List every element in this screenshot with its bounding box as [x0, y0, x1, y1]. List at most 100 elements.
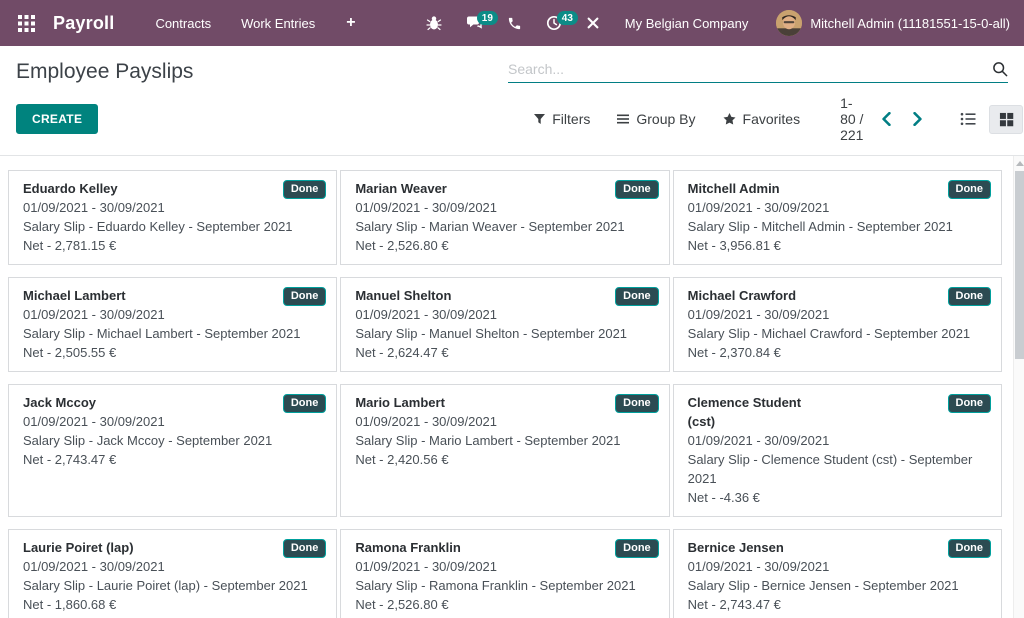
status-badge: Done — [948, 539, 992, 558]
payslip-net: Net - 1,860.68 € — [23, 595, 322, 614]
pager-previous-icon[interactable] — [879, 110, 894, 128]
user-menu[interactable]: Mitchell Admin (11181551-15-0-all) — [768, 10, 1010, 36]
payslip-card[interactable]: Mario Lambert Done 01/09/2021 - 30/09/20… — [340, 384, 669, 517]
pager-range[interactable]: 1-80 / 221 — [840, 95, 863, 143]
payslip-subject: Salary Slip - Laurie Poiret (lap) - Sept… — [23, 576, 322, 595]
payslip-net: Net - -4.36 € — [688, 488, 987, 507]
favorites-button[interactable]: Favorites — [723, 111, 801, 127]
kanban-grid: Eduardo Kelley Done 01/09/2021 - 30/09/2… — [0, 156, 1024, 618]
status-badge: Done — [283, 539, 327, 558]
payslip-card[interactable]: Manuel Shelton Done 01/09/2021 - 30/09/2… — [340, 277, 669, 372]
tools-button[interactable] — [577, 10, 609, 36]
list-view-icon — [960, 111, 976, 127]
bug-icon — [426, 15, 442, 31]
content-area: Eduardo Kelley Done 01/09/2021 - 30/09/2… — [0, 156, 1024, 618]
payslip-card[interactable]: Mitchell Admin Done 01/09/2021 - 30/09/2… — [673, 170, 1002, 265]
filters-label: Filters — [552, 111, 590, 127]
phone-icon — [507, 16, 522, 31]
payslip-card[interactable]: Michael Lambert Done 01/09/2021 - 30/09/… — [8, 277, 337, 372]
payslip-card[interactable]: Clemence Student (cst) Done 01/09/2021 -… — [673, 384, 1002, 517]
payslip-net: Net - 2,526.80 € — [355, 236, 654, 255]
group-by-button[interactable]: Group By — [617, 111, 695, 127]
apps-menu-button[interactable] — [10, 9, 43, 38]
payslip-card[interactable]: Michael Crawford Done 01/09/2021 - 30/09… — [673, 277, 1002, 372]
status-badge: Done — [948, 180, 992, 199]
payslip-employee-name: Manuel Shelton — [355, 286, 654, 305]
payslip-net: Net - 2,370.84 € — [688, 343, 987, 362]
payslip-subject: Salary Slip - Marian Weaver - September … — [355, 217, 654, 236]
pager: 1-80 / 221 — [840, 95, 925, 143]
nav-plus-menu[interactable]: + — [330, 4, 371, 42]
status-badge: Done — [283, 180, 327, 199]
payslip-card[interactable]: Eduardo Kelley Done 01/09/2021 - 30/09/2… — [8, 170, 337, 265]
nav-item-work-entries[interactable]: Work Entries — [226, 2, 330, 45]
search-input[interactable] — [508, 59, 992, 79]
payslip-net: Net - 2,743.47 € — [23, 450, 322, 469]
payslip-card[interactable]: Jack Mccoy Done 01/09/2021 - 30/09/2021 … — [8, 384, 337, 517]
status-badge: Done — [948, 287, 992, 306]
scrollbar-up-arrow-icon[interactable] — [1015, 159, 1024, 168]
favorites-label: Favorites — [743, 111, 801, 127]
search-icon[interactable] — [992, 61, 1008, 77]
payslip-net: Net - 2,781.15 € — [23, 236, 322, 255]
payslip-card[interactable]: Marian Weaver Done 01/09/2021 - 30/09/20… — [340, 170, 669, 265]
payslip-subject: Salary Slip - Manuel Shelton - September… — [355, 324, 654, 343]
payslip-net: Net - 2,624.47 € — [355, 343, 654, 362]
payslip-subject: Salary Slip - Ramona Franklin - Septembe… — [355, 576, 654, 595]
payslip-employee-name: Eduardo Kelley — [23, 179, 322, 198]
payslip-employee-name: Michael Crawford — [688, 286, 987, 305]
company-switcher[interactable]: My Belgian Company — [609, 16, 769, 31]
payslip-net: Net - 2,505.55 € — [23, 343, 322, 362]
payslip-subject: Salary Slip - Michael Crawford - Septemb… — [688, 324, 987, 343]
payslip-subject: Salary Slip - Mario Lambert - September … — [355, 431, 654, 450]
tools-icon — [586, 16, 600, 30]
payslip-employee-name: Michael Lambert — [23, 286, 322, 305]
payslip-period: 01/09/2021 - 30/09/2021 — [688, 305, 987, 324]
apps-grid-icon — [18, 15, 35, 32]
payslip-card[interactable]: Bernice Jensen Done 01/09/2021 - 30/09/2… — [673, 529, 1002, 618]
payslip-period: 01/09/2021 - 30/09/2021 — [355, 198, 654, 217]
activities-count-badge: 43 — [557, 11, 578, 25]
messages-button[interactable]: 19 — [457, 9, 492, 37]
pager-next-icon[interactable] — [910, 110, 925, 128]
phone-button[interactable] — [498, 10, 531, 37]
messages-count-badge: 19 — [477, 11, 498, 25]
status-badge: Done — [615, 180, 659, 199]
payslip-employee-name: Clemence Student (cst) — [688, 393, 987, 431]
payslip-subject: Salary Slip - Bernice Jensen - September… — [688, 576, 987, 595]
payslip-employee-name: Ramona Franklin — [355, 538, 654, 557]
payslip-period: 01/09/2021 - 30/09/2021 — [23, 198, 322, 217]
status-badge: Done — [615, 287, 659, 306]
filter-icon — [534, 114, 545, 124]
search-box — [508, 59, 1008, 83]
payslip-period: 01/09/2021 - 30/09/2021 — [688, 198, 987, 217]
group-by-label: Group By — [636, 111, 695, 127]
list-view-button[interactable] — [951, 105, 985, 134]
user-avatar — [776, 10, 802, 36]
payslip-period: 01/09/2021 - 30/09/2021 — [23, 412, 322, 431]
user-name: Mitchell Admin (11181551-15-0-all) — [810, 16, 1010, 31]
kanban-view-button[interactable] — [989, 105, 1023, 134]
payslip-card[interactable]: Ramona Franklin Done 01/09/2021 - 30/09/… — [340, 529, 669, 618]
search-options: Filters Group By Favorites — [534, 111, 800, 127]
payslip-employee-name: Laurie Poiret (lap) — [23, 538, 322, 557]
payslip-employee-name: Mitchell Admin — [688, 179, 987, 198]
payslip-net: Net - 2,743.47 € — [688, 595, 987, 614]
debug-bug-button[interactable] — [417, 9, 451, 37]
status-badge: Done — [283, 394, 327, 413]
activities-button[interactable]: 43 — [537, 9, 571, 37]
star-icon — [723, 113, 736, 125]
top-navbar: Payroll Contracts Work Entries + — [0, 0, 1024, 46]
scrollbar-thumb[interactable] — [1015, 171, 1024, 359]
control-panel: Employee Payslips CREATE Filters — [0, 46, 1024, 156]
nav-item-contracts[interactable]: Contracts — [140, 2, 226, 45]
payslip-period: 01/09/2021 - 30/09/2021 — [688, 557, 987, 576]
create-button[interactable]: CREATE — [16, 104, 98, 134]
payslip-employee-name: Mario Lambert — [355, 393, 654, 412]
payslip-card[interactable]: Laurie Poiret (lap) Done 01/09/2021 - 30… — [8, 529, 337, 618]
payslip-subject: Salary Slip - Mitchell Admin - September… — [688, 217, 987, 236]
payslip-period: 01/09/2021 - 30/09/2021 — [355, 305, 654, 324]
vertical-scrollbar — [1013, 156, 1024, 618]
filters-button[interactable]: Filters — [534, 111, 590, 127]
app-name[interactable]: Payroll — [53, 13, 114, 34]
